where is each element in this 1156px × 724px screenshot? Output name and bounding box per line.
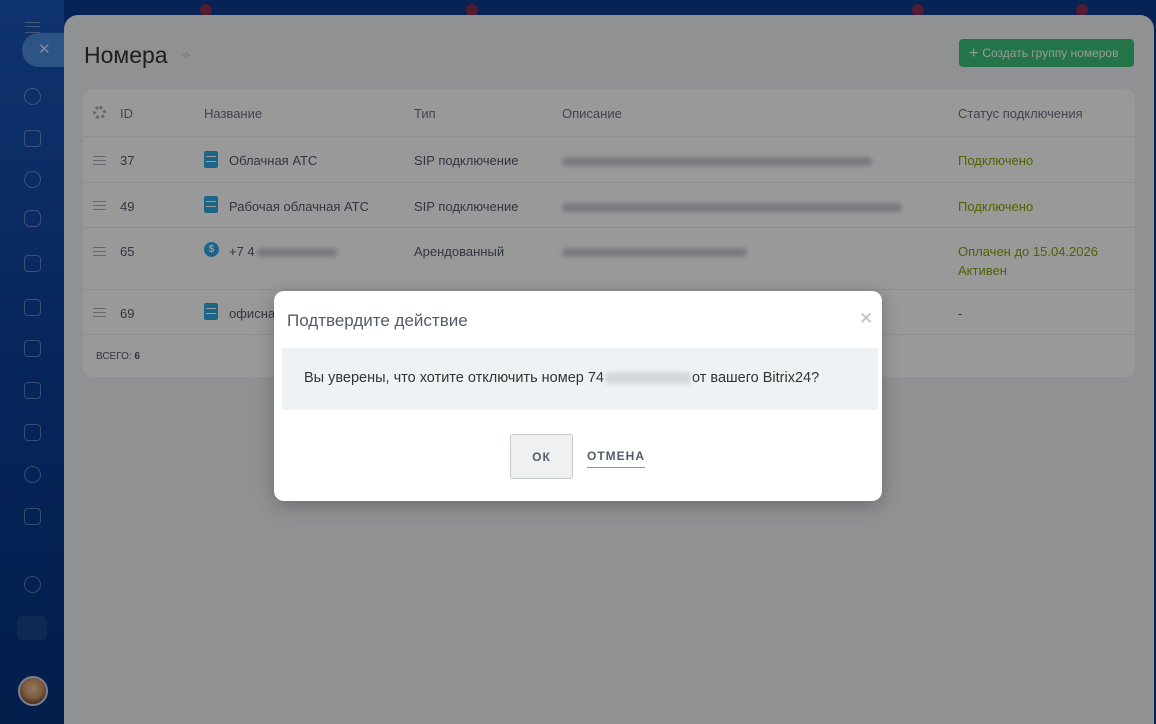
cancel-button[interactable]: ОТМЕНА	[587, 449, 645, 468]
redacted-number	[604, 372, 691, 385]
close-icon[interactable]: ✕	[859, 309, 873, 329]
message-text-before: Вы уверены, что хотите отключить номер 7…	[304, 370, 604, 386]
message-text-after: от вашего Bitrix24?	[691, 370, 820, 386]
dialog-title: Подтвердите действие	[287, 311, 468, 330]
ok-button[interactable]: ОК	[510, 434, 573, 479]
dialog-message: Вы уверены, что хотите отключить номер 7…	[304, 370, 819, 386]
confirm-dialog: Подтвердите действие ✕ Вы уверены, что х…	[274, 291, 882, 501]
dialog-body: Вы уверены, что хотите отключить номер 7…	[282, 348, 878, 410]
